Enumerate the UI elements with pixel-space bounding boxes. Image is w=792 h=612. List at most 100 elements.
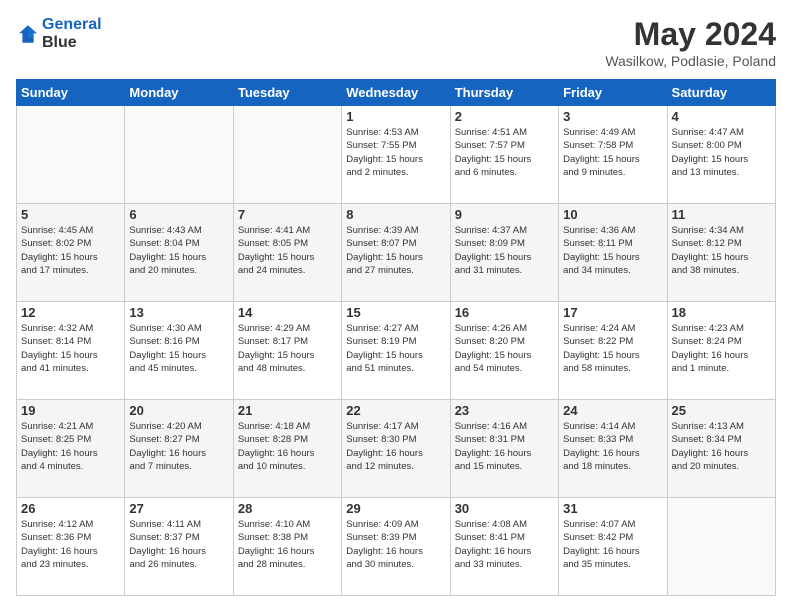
day-info: Sunrise: 4:41 AMSunset: 8:05 PMDaylight:…	[238, 224, 337, 277]
day-cell-28: 28 Sunrise: 4:10 AMSunset: 8:38 PMDayligh…	[233, 498, 341, 596]
day-cell-24: 24 Sunrise: 4:14 AMSunset: 8:33 PMDayligh…	[559, 400, 667, 498]
day-cell-21: 21 Sunrise: 4:18 AMSunset: 8:28 PMDayligh…	[233, 400, 341, 498]
col-header-tuesday: Tuesday	[233, 80, 341, 106]
day-number: 12	[21, 305, 120, 320]
day-info: Sunrise: 4:21 AMSunset: 8:25 PMDaylight:…	[21, 420, 120, 473]
day-cell-2: 2Sunrise: 4:51 AMSunset: 7:57 PMDaylight…	[450, 106, 558, 204]
day-cell-1: 1 Sunrise: 4:53 AMSunset: 7:55 PMDaylight…	[342, 106, 450, 204]
day-number: 13	[129, 305, 228, 320]
day-info: Sunrise: 4:14 AMSunset: 8:33 PMDaylight:…	[563, 420, 662, 473]
day-info: Sunrise: 4:12 AMSunset: 8:36 PMDaylight:…	[21, 518, 120, 571]
day-cell-14: 14 Sunrise: 4:29 AMSunset: 8:17 PMDayligh…	[233, 302, 341, 400]
empty-cell	[17, 106, 125, 204]
day-info: Sunrise: 4:16 AMSunset: 8:31 PMDaylight:…	[455, 420, 554, 473]
day-info: Sunrise: 4:20 AMSunset: 8:27 PMDaylight:…	[129, 420, 228, 473]
day-cell-29: 29 Sunrise: 4:09 AMSunset: 8:39 PMDayligh…	[342, 498, 450, 596]
day-cell-17: 17 Sunrise: 4:24 AMSunset: 8:22 PMDayligh…	[559, 302, 667, 400]
calendar-week-5: 26 Sunrise: 4:12 AMSunset: 8:36 PMDayligh…	[17, 498, 776, 596]
day-cell-5: 5 Sunrise: 4:45 AMSunset: 8:02 PMDaylight…	[17, 204, 125, 302]
day-cell-15: 15 Sunrise: 4:27 AMSunset: 8:19 PMDayligh…	[342, 302, 450, 400]
day-number: 15	[346, 305, 445, 320]
day-info: Sunrise: 4:37 AMSunset: 8:09 PMDaylight:…	[455, 224, 554, 277]
day-info: Sunrise: 4:29 AMSunset: 8:17 PMDaylight:…	[238, 322, 337, 375]
day-cell-8: 8 Sunrise: 4:39 AMSunset: 8:07 PMDaylight…	[342, 204, 450, 302]
page: General Blue May 2024 Wasilkow, Podlasie…	[0, 0, 792, 612]
day-info: Sunrise: 4:11 AMSunset: 8:37 PMDaylight:…	[129, 518, 228, 571]
day-info: Sunrise: 4:51 AMSunset: 7:57 PMDaylight:…	[455, 126, 554, 179]
day-info: Sunrise: 4:23 AMSunset: 8:24 PMDaylight:…	[672, 322, 771, 375]
day-cell-18: 18 Sunrise: 4:23 AMSunset: 8:24 PMDayligh…	[667, 302, 775, 400]
calendar-week-2: 5 Sunrise: 4:45 AMSunset: 8:02 PMDaylight…	[17, 204, 776, 302]
col-header-thursday: Thursday	[450, 80, 558, 106]
empty-cell	[125, 106, 233, 204]
day-number: 9	[455, 207, 554, 222]
empty-cell	[667, 498, 775, 596]
day-number: 14	[238, 305, 337, 320]
day-cell-9: 9 Sunrise: 4:37 AMSunset: 8:09 PMDaylight…	[450, 204, 558, 302]
day-cell-3: 3Sunrise: 4:49 AMSunset: 7:58 PMDaylight…	[559, 106, 667, 204]
day-info: Sunrise: 4:09 AMSunset: 8:39 PMDaylight:…	[346, 518, 445, 571]
day-info: Sunrise: 4:30 AMSunset: 8:16 PMDaylight:…	[129, 322, 228, 375]
day-cell-7: 7 Sunrise: 4:41 AMSunset: 8:05 PMDaylight…	[233, 204, 341, 302]
day-number: 8	[346, 207, 445, 222]
day-number: 28	[238, 501, 337, 516]
day-number: 21	[238, 403, 337, 418]
day-number: 31	[563, 501, 662, 516]
day-cell-30: 30Sunrise: 4:08 AMSunset: 8:41 PMDayligh…	[450, 498, 558, 596]
day-info: Sunrise: 4:27 AMSunset: 8:19 PMDaylight:…	[346, 322, 445, 375]
day-number: 23	[455, 403, 554, 418]
month-title: May 2024	[605, 16, 776, 53]
header: General Blue May 2024 Wasilkow, Podlasie…	[16, 16, 776, 69]
col-header-wednesday: Wednesday	[342, 80, 450, 106]
day-info: Sunrise: 4:45 AMSunset: 8:02 PMDaylight:…	[21, 224, 120, 277]
day-number: 11	[672, 207, 771, 222]
col-header-sunday: Sunday	[17, 80, 125, 106]
day-info: Sunrise: 4:24 AMSunset: 8:22 PMDaylight:…	[563, 322, 662, 375]
day-number: 4	[672, 109, 771, 124]
day-number: 20	[129, 403, 228, 418]
day-number: 18	[672, 305, 771, 320]
day-cell-25: 25Sunrise: 4:13 AMSunset: 8:34 PMDayligh…	[667, 400, 775, 498]
col-header-monday: Monday	[125, 80, 233, 106]
empty-cell	[233, 106, 341, 204]
calendar-week-1: 1 Sunrise: 4:53 AMSunset: 7:55 PMDaylight…	[17, 106, 776, 204]
calendar-header-row: SundayMondayTuesdayWednesdayThursdayFrid…	[17, 80, 776, 106]
day-cell-22: 22Sunrise: 4:17 AMSunset: 8:30 PMDayligh…	[342, 400, 450, 498]
day-cell-27: 27Sunrise: 4:11 AMSunset: 8:37 PMDayligh…	[125, 498, 233, 596]
day-cell-6: 6Sunrise: 4:43 AMSunset: 8:04 PMDaylight…	[125, 204, 233, 302]
day-info: Sunrise: 4:34 AMSunset: 8:12 PMDaylight:…	[672, 224, 771, 277]
day-cell-19: 19Sunrise: 4:21 AMSunset: 8:25 PMDayligh…	[17, 400, 125, 498]
day-info: Sunrise: 4:49 AMSunset: 7:58 PMDaylight:…	[563, 126, 662, 179]
day-cell-4: 4 Sunrise: 4:47 AMSunset: 8:00 PMDaylight…	[667, 106, 775, 204]
day-cell-12: 12Sunrise: 4:32 AMSunset: 8:14 PMDayligh…	[17, 302, 125, 400]
logo: General Blue	[16, 16, 102, 51]
day-number: 7	[238, 207, 337, 222]
day-number: 22	[346, 403, 445, 418]
day-cell-31: 31Sunrise: 4:07 AMSunset: 8:42 PMDayligh…	[559, 498, 667, 596]
day-info: Sunrise: 4:53 AMSunset: 7:55 PMDaylight:…	[346, 126, 445, 179]
day-cell-23: 23 Sunrise: 4:16 AMSunset: 8:31 PMDayligh…	[450, 400, 558, 498]
day-cell-20: 20 Sunrise: 4:20 AMSunset: 8:27 PMDayligh…	[125, 400, 233, 498]
day-info: Sunrise: 4:47 AMSunset: 8:00 PMDaylight:…	[672, 126, 771, 179]
day-info: Sunrise: 4:18 AMSunset: 8:28 PMDaylight:…	[238, 420, 337, 473]
day-info: Sunrise: 4:26 AMSunset: 8:20 PMDaylight:…	[455, 322, 554, 375]
day-number: 25	[672, 403, 771, 418]
logo-text: General Blue	[42, 16, 102, 51]
day-number: 17	[563, 305, 662, 320]
day-number: 29	[346, 501, 445, 516]
day-cell-13: 13 Sunrise: 4:30 AMSunset: 8:16 PMDayligh…	[125, 302, 233, 400]
col-header-friday: Friday	[559, 80, 667, 106]
day-info: Sunrise: 4:10 AMSunset: 8:38 PMDaylight:…	[238, 518, 337, 571]
day-number: 5	[21, 207, 120, 222]
calendar-week-3: 12Sunrise: 4:32 AMSunset: 8:14 PMDayligh…	[17, 302, 776, 400]
title-block: May 2024 Wasilkow, Podlasie, Poland	[605, 16, 776, 69]
day-cell-16: 16Sunrise: 4:26 AMSunset: 8:20 PMDayligh…	[450, 302, 558, 400]
day-info: Sunrise: 4:39 AMSunset: 8:07 PMDaylight:…	[346, 224, 445, 277]
day-number: 10	[563, 207, 662, 222]
day-number: 24	[563, 403, 662, 418]
day-info: Sunrise: 4:36 AMSunset: 8:11 PMDaylight:…	[563, 224, 662, 277]
day-number: 26	[21, 501, 120, 516]
day-number: 6	[129, 207, 228, 222]
day-number: 1	[346, 109, 445, 124]
calendar-week-4: 19Sunrise: 4:21 AMSunset: 8:25 PMDayligh…	[17, 400, 776, 498]
